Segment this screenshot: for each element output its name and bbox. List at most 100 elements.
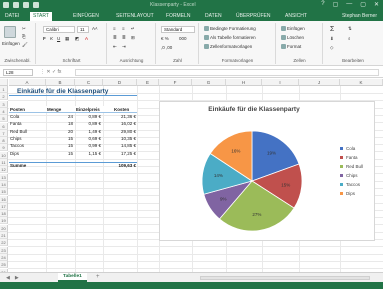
column-header[interactable]: D (103, 79, 137, 86)
header-einzelpreis[interactable]: Einzelpreis (75, 106, 101, 113)
column-header[interactable]: G (192, 79, 226, 86)
sort-filter-icon[interactable]: ⇅ (348, 26, 352, 32)
tab-einfuegen[interactable]: EINFÜGEN (70, 12, 102, 21)
row-header[interactable]: 12 (0, 166, 8, 174)
cell-posten[interactable]: Chips (9, 135, 45, 142)
bold-button[interactable]: F (43, 36, 46, 41)
paste-button[interactable]: Einfügen (2, 41, 20, 46)
conditional-formatting-button[interactable]: Bedingte Formatierung (204, 26, 256, 32)
find-select-icon[interactable]: ⌕ (348, 36, 351, 41)
clear-icon[interactable]: ◇ (330, 45, 333, 51)
cell-menge[interactable]: 15 (46, 150, 74, 157)
font-color-icon[interactable]: A (85, 36, 88, 41)
header-kosten[interactable]: Kosten (113, 106, 130, 113)
row-header[interactable]: 14 (0, 180, 8, 188)
row-header[interactable]: 5 (0, 115, 8, 123)
cell-einzelpreis[interactable]: 0,89 € (75, 113, 102, 120)
merge-cells-icon[interactable]: ⊞ (131, 35, 135, 41)
tab-start[interactable]: START (30, 12, 52, 21)
row-header[interactable]: 6 (0, 122, 8, 130)
row-header[interactable]: 13 (0, 173, 8, 181)
redo-icon[interactable] (33, 2, 39, 8)
row-header[interactable]: 3 (0, 100, 8, 108)
column-header[interactable]: B (46, 79, 75, 86)
cell-posten[interactable]: Fanta (9, 120, 45, 127)
row-header[interactable]: 10 (0, 151, 8, 159)
format-cells-button[interactable]: Format (281, 44, 301, 50)
row-header[interactable]: 23 (0, 246, 8, 254)
cell-menge[interactable]: 20 (46, 128, 74, 135)
row-header[interactable]: 17 (0, 202, 8, 210)
font-name-select[interactable]: Calibri (43, 26, 75, 33)
row-header[interactable]: 11 (0, 159, 8, 166)
cell-einzelpreis[interactable]: 0,99 € (75, 142, 102, 149)
tab-ansicht[interactable]: ANSICHT (282, 12, 310, 21)
row-header[interactable]: 4 (0, 107, 8, 115)
cell-kosten[interactable]: 21,36 € (103, 113, 137, 120)
fill-icon[interactable]: ⬇ (330, 36, 334, 42)
worksheet-grid[interactable]: ABCDEFGHIJK 1 2 3 4 5 6 7 8 9 10 11 12 13 14 15 16 17 18 1… (0, 79, 383, 272)
tab-formeln[interactable]: FORMELN (163, 12, 193, 21)
cell-posten[interactable]: Cola (9, 113, 45, 120)
cell-menge[interactable]: 24 (46, 113, 74, 120)
decrease-indent-icon[interactable]: ⇤ (113, 44, 117, 50)
tab-datei[interactable]: DATEI (2, 12, 22, 21)
align-top-icon[interactable]: ≡ (113, 26, 116, 31)
row-header[interactable]: 21 (0, 232, 8, 239)
prev-sheet-icon[interactable]: ◀ (6, 275, 10, 281)
cell-posten[interactable]: Taccos (9, 142, 45, 149)
row-header[interactable]: 25 (0, 261, 8, 269)
row-header[interactable]: 1 (0, 86, 8, 93)
cell-menge[interactable]: 15 (46, 142, 74, 149)
cell-styles-button[interactable]: Zellenformatvorlagen (204, 44, 252, 50)
font-size-select[interactable]: 11 (77, 26, 89, 33)
column-header[interactable]: F (159, 79, 192, 86)
grow-font-icon[interactable]: A˄ (92, 26, 98, 31)
sum-label[interactable]: Summe (9, 162, 27, 169)
align-left-icon[interactable]: ≣ (113, 35, 117, 41)
cell-einzelpreis[interactable]: 0,69 € (75, 135, 102, 142)
format-painter-icon[interactable]: 🖌 (22, 42, 28, 48)
formula-input[interactable] (75, 69, 379, 76)
row-header[interactable]: 2 (0, 93, 8, 101)
name-box[interactable]: L28 (3, 69, 33, 76)
header-menge[interactable]: Menge (46, 106, 62, 113)
copy-icon[interactable]: ⎘ (22, 34, 26, 39)
autosum-icon[interactable]: Σ (330, 26, 334, 33)
cell-menge[interactable]: 18 (46, 120, 74, 127)
row-header[interactable]: 22 (0, 239, 8, 247)
cell-einzelpreis[interactable]: 1,49 € (75, 128, 102, 135)
cut-icon[interactable]: ✂ (22, 26, 26, 32)
row-header[interactable]: 15 (0, 188, 8, 196)
cell-kosten[interactable]: 17,25 € (103, 150, 137, 157)
save-icon[interactable] (13, 2, 19, 8)
ribbon-display-button[interactable]: ▢ (333, 1, 339, 8)
maximize-button[interactable]: ▢ (360, 1, 366, 8)
row-header[interactable]: 9 (0, 144, 8, 152)
horizontal-scrollbar[interactable] (200, 276, 370, 280)
tab-daten[interactable]: DATEN (202, 12, 225, 21)
cell-einzelpreis[interactable]: 0,89 € (75, 120, 102, 127)
tab-ueberpruefen[interactable]: ÜBERPRÜFEN (233, 12, 273, 21)
cell-kosten[interactable]: 16,02 € (103, 120, 137, 127)
undo-icon[interactable] (23, 2, 29, 8)
align-middle-icon[interactable]: ≡ (122, 26, 125, 31)
cell-posten[interactable]: Red Bull (9, 128, 45, 135)
row-header[interactable]: 18 (0, 210, 8, 218)
cell-kosten[interactable]: 10,35 € (103, 135, 137, 142)
minimize-button[interactable]: — (346, 1, 352, 8)
row-header[interactable]: 16 (0, 195, 8, 203)
number-format-select[interactable]: Standard (161, 26, 195, 33)
row-header[interactable]: 19 (0, 217, 8, 225)
italic-button[interactable]: K (50, 36, 53, 41)
cell-posten[interactable]: Dips (9, 150, 45, 157)
add-sheet-button[interactable]: + (96, 274, 100, 280)
cell-kosten[interactable]: 14,85 € (103, 142, 137, 149)
cell-menge[interactable]: 15 (46, 135, 74, 142)
row-header[interactable]: 20 (0, 224, 8, 232)
column-header[interactable]: A (9, 79, 46, 86)
row-header[interactable]: 7 (0, 129, 8, 137)
sheet-tab-tabelle1[interactable]: Tabelle1 (58, 273, 87, 282)
border-icon[interactable]: ▦ (65, 36, 69, 42)
paste-icon[interactable] (4, 26, 16, 38)
